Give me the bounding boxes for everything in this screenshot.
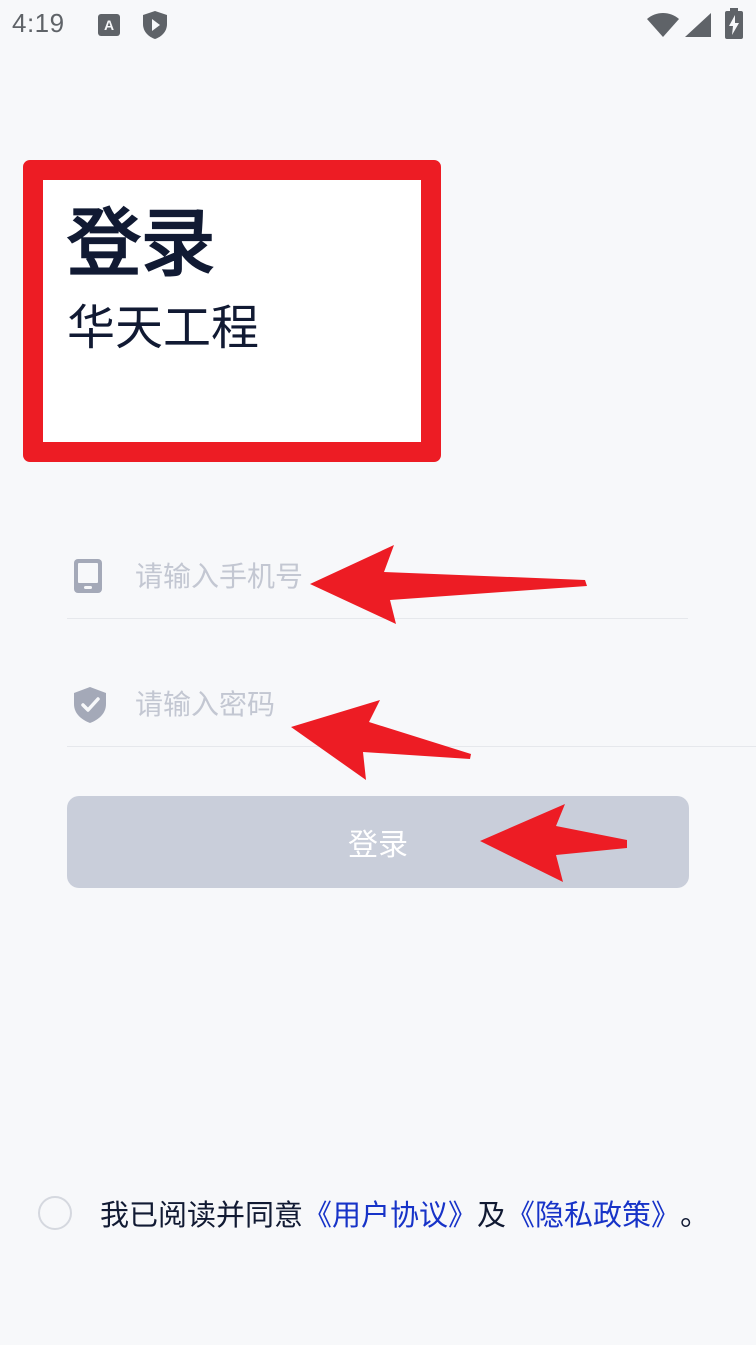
- wifi-icon: [647, 13, 679, 37]
- agree-checkbox[interactable]: [38, 1196, 72, 1230]
- password-input[interactable]: [135, 682, 635, 726]
- phone-icon: [74, 559, 102, 593]
- phone-field: [67, 538, 688, 619]
- a-badge-icon: A: [98, 14, 120, 36]
- shield-check-icon: [74, 687, 106, 723]
- phone-input[interactable]: [135, 554, 635, 598]
- signal-icon: [685, 13, 711, 37]
- shield-play-icon: [143, 11, 167, 39]
- status-time: 4:19: [12, 8, 65, 38]
- status-bar: 4:19 A: [0, 0, 756, 52]
- user-agreement-link[interactable]: 《用户协议》: [303, 1192, 477, 1234]
- login-button[interactable]: 登录: [67, 796, 689, 888]
- agreement-text: 我已阅读并同意: [100, 1198, 304, 1232]
- privacy-policy-link[interactable]: 《隐私政策》: [506, 1192, 680, 1234]
- agreement-period: 。: [680, 1198, 710, 1232]
- password-field: [67, 666, 756, 747]
- app-name: 华天工程: [67, 300, 260, 356]
- page-title: 登录: [67, 201, 215, 287]
- agreement-conjunction: 及: [477, 1198, 507, 1232]
- battery-charging-icon: [725, 8, 743, 39]
- agreement-row: 我已阅读并同意 《用户协议》 及 《隐私政策》 。: [38, 1194, 709, 1232]
